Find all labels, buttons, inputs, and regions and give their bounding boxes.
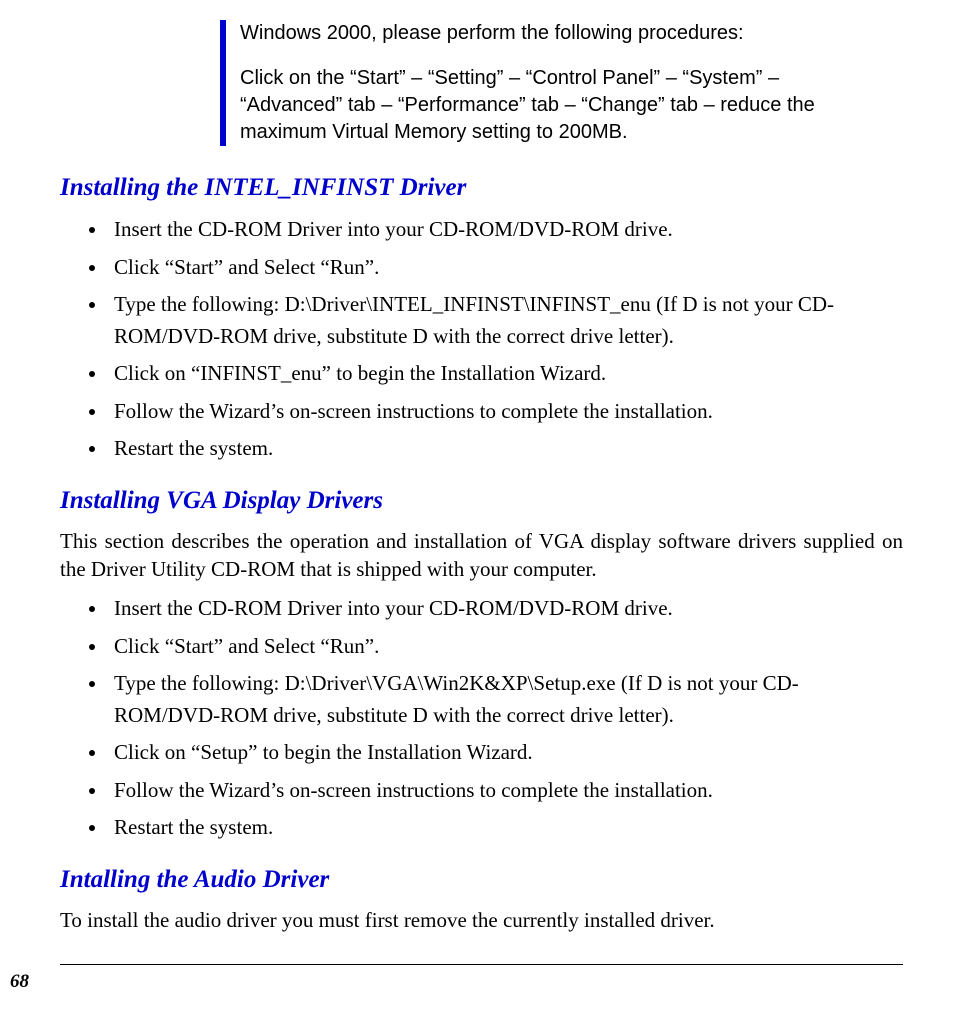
list-item: Follow the Wizard’s on-screen instructio… (108, 775, 903, 807)
list-item: Follow the Wizard’s on-screen instructio… (108, 396, 903, 428)
intel-infinst-steps: Insert the CD-ROM Driver into your CD-RO… (60, 214, 903, 465)
note-paragraph-1: Windows 2000, please perform the followi… (240, 20, 863, 47)
note-paragraph-2: Click on the “Start” – “Setting” – “Cont… (240, 65, 863, 146)
list-item: Type the following: D:\Driver\VGA\Win2K&… (108, 668, 903, 731)
list-item: Click on “Setup” to begin the Installati… (108, 737, 903, 769)
list-item: Restart the system. (108, 433, 903, 465)
list-item: Restart the system. (108, 812, 903, 844)
document-page: Windows 2000, please perform the followi… (0, 0, 963, 1013)
list-item: Insert the CD-ROM Driver into your CD-RO… (108, 593, 903, 625)
list-item: Type the following: D:\Driver\INTEL_INFI… (108, 289, 903, 352)
page-number: 68 (10, 971, 29, 992)
note-block: Windows 2000, please perform the followi… (220, 20, 863, 146)
footer-rule: 68 (60, 964, 903, 993)
list-item: Click “Start” and Select “Run”. (108, 631, 903, 663)
vga-display-steps: Insert the CD-ROM Driver into your CD-RO… (60, 593, 903, 844)
heading-intel-infinst: Installing the INTEL_INFINST Driver (60, 174, 903, 202)
list-item: Click on “INFINST_enu” to begin the Inst… (108, 358, 903, 390)
audio-intro-text: To install the audio driver you must fir… (60, 906, 903, 934)
heading-audio-driver: Intalling the Audio Driver (60, 866, 903, 894)
list-item: Insert the CD-ROM Driver into your CD-RO… (108, 214, 903, 246)
heading-vga-display: Installing VGA Display Drivers (60, 487, 903, 515)
vga-intro-text: This section describes the operation and… (60, 527, 903, 584)
list-item: Click “Start” and Select “Run”. (108, 252, 903, 284)
